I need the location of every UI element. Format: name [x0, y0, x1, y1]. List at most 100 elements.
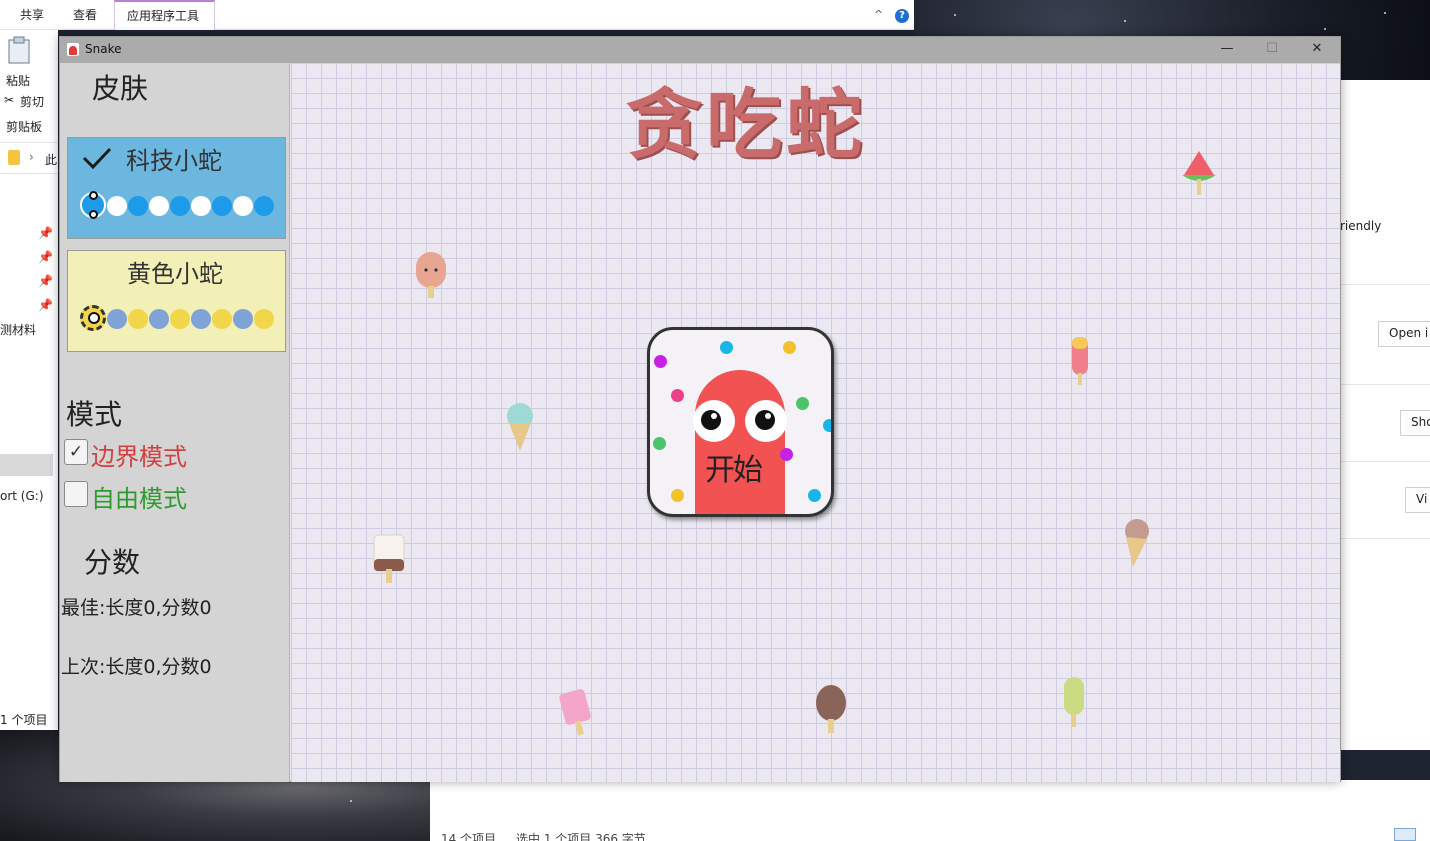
- snake-head-icon: [80, 305, 106, 331]
- boundary-mode-label: 边界模式: [91, 443, 187, 471]
- skin-option-yellow[interactable]: 黄色小蛇: [67, 250, 286, 352]
- popsicle-icon: [416, 252, 446, 298]
- maximize-button[interactable]: ☐: [1249, 37, 1295, 63]
- cut-label[interactable]: 剪切: [20, 93, 44, 110]
- details-view-icon[interactable]: [1394, 828, 1416, 841]
- clipboard-icon[interactable]: [8, 36, 30, 64]
- last-score: 上次:长度0,分数0: [61, 656, 212, 678]
- clipboard-group-label: 剪贴板: [6, 120, 43, 134]
- close-button[interactable]: ✕: [1294, 37, 1340, 63]
- explorer-ribbon: 共享 查看 应用程序工具 ^ ?: [0, 0, 914, 30]
- snake-preview-tech: [80, 191, 280, 219]
- view-button[interactable]: Vi: [1405, 487, 1430, 513]
- ribbon-tab-app-tools[interactable]: 应用程序工具: [114, 0, 215, 30]
- pin-icon: 📌: [38, 250, 53, 264]
- game-title: 贪吃蛇: [626, 80, 866, 169]
- popsicle-icon: [816, 685, 846, 733]
- explorer-right-pane: riendly Open i Sho Vi: [1340, 80, 1430, 750]
- food-dot: [654, 355, 667, 368]
- start-button[interactable]: 开始: [647, 327, 834, 517]
- snake-segment: [254, 196, 274, 216]
- popsicle-icon: [559, 689, 591, 736]
- ribbon-tab-share[interactable]: 共享: [20, 6, 44, 23]
- minimize-button[interactable]: —: [1204, 37, 1250, 63]
- snake-segment: [128, 196, 148, 216]
- boundary-mode-checkbox[interactable]: ✓: [64, 439, 88, 465]
- status-selection: 选中 1 个项目 366 字节: [516, 832, 646, 841]
- selected-nav-item[interactable]: [0, 454, 53, 476]
- snake-segment: [149, 309, 169, 329]
- popsicle-icon: [1072, 337, 1088, 385]
- snake-mascot-icon: [693, 370, 787, 514]
- help-icon[interactable]: ?: [895, 9, 909, 23]
- snake-segment: [212, 196, 232, 216]
- free-mode-checkbox[interactable]: [64, 481, 88, 507]
- paste-label[interactable]: 粘贴: [6, 72, 30, 89]
- mode-header: 模式: [66, 398, 123, 431]
- snake-head-icon: [80, 191, 106, 219]
- app-icon: [67, 43, 79, 56]
- ribbon-tab-app-tools-label: 应用程序工具: [127, 9, 200, 23]
- game-board[interactable]: 贪吃蛇 开始: [291, 63, 1340, 782]
- settings-panel: 皮肤 科技小蛇 黄色小蛇 模式 ✓ 边界模式 自由模式 分数 最佳:长度0,分数…: [60, 63, 290, 782]
- score-header: 分数: [84, 546, 141, 579]
- pin-icon: 📌: [38, 274, 53, 288]
- skin-option-tech[interactable]: 科技小蛇: [67, 137, 286, 239]
- detail-text: riendly: [1340, 219, 1382, 233]
- food-dot: [823, 419, 831, 432]
- snake-segment: [254, 309, 274, 329]
- snake-segment: [128, 309, 148, 329]
- chevron-up-icon[interactable]: ^: [874, 8, 883, 21]
- quick-access-item[interactable]: 测材料: [0, 321, 36, 338]
- skin-header: 皮肤: [92, 72, 149, 105]
- folder-icon: [8, 150, 20, 165]
- title-bar[interactable]: Snake — ☐ ✕: [60, 37, 1340, 63]
- popsicle-icon: [373, 534, 405, 583]
- food-dot: [671, 489, 684, 502]
- drive-item[interactable]: ort (G:): [0, 489, 44, 503]
- snake-segment: [233, 309, 253, 329]
- snake-segment: [107, 196, 127, 216]
- food-dot: [808, 489, 821, 502]
- skin-name-yellow: 黄色小蛇: [127, 260, 223, 288]
- ice-cream-cone-icon: [1125, 519, 1149, 567]
- snake-segment: [191, 196, 211, 216]
- snake-segment: [149, 196, 169, 216]
- food-dot: [720, 341, 733, 354]
- food-dot: [671, 389, 684, 402]
- show-button[interactable]: Sho: [1400, 410, 1430, 436]
- skin-name-tech: 科技小蛇: [126, 147, 222, 175]
- breadcrumb-chevron-icon: ›: [29, 150, 34, 164]
- snake-segment: [191, 309, 211, 329]
- open-button[interactable]: Open i: [1378, 321, 1430, 347]
- snake-segment: [107, 309, 127, 329]
- snake-segment: [233, 196, 253, 216]
- food-dot: [796, 397, 809, 410]
- best-score: 最佳:长度0,分数0: [61, 597, 212, 619]
- window-title: Snake: [85, 42, 122, 56]
- ribbon-tab-view[interactable]: 查看: [73, 6, 97, 23]
- explorer-left-pane: 粘贴 ✂ 剪切 剪贴板 › 此 📌 📌 📌 📌 测材料 ort (G:) 1 个…: [0, 30, 58, 730]
- ice-cream-cone-icon: [507, 403, 533, 451]
- snake-segment: [212, 309, 232, 329]
- food-dot: [783, 341, 796, 354]
- food-dot: [780, 448, 793, 461]
- status-item-count: 14 个项目: [441, 832, 497, 841]
- item-count: 1 个项目: [0, 713, 48, 727]
- checkmark-icon: [82, 147, 112, 170]
- scissors-icon: ✂: [4, 93, 15, 107]
- free-mode-label: 自由模式: [91, 485, 187, 513]
- address-bar[interactable]: › 此: [0, 142, 58, 174]
- snake-preview-yellow: [80, 305, 280, 331]
- snake-segment: [170, 196, 190, 216]
- snake-segment: [170, 309, 190, 329]
- explorer-status-bar: 14 个项目 选中 1 个项目 366 字节: [430, 780, 1430, 841]
- pin-icon: 📌: [38, 226, 53, 240]
- snake-window: Snake — ☐ ✕ 皮肤 科技小蛇 黄色小蛇 模式 ✓ 边界模式 自由模式 …: [59, 36, 1341, 782]
- breadcrumb-this-pc[interactable]: 此: [45, 151, 57, 168]
- food-dot: [653, 437, 666, 450]
- watermelon-popsicle-icon: [1182, 151, 1216, 195]
- pin-icon: 📌: [38, 298, 53, 312]
- start-label: 开始: [705, 453, 763, 488]
- popsicle-icon: [1064, 677, 1084, 727]
